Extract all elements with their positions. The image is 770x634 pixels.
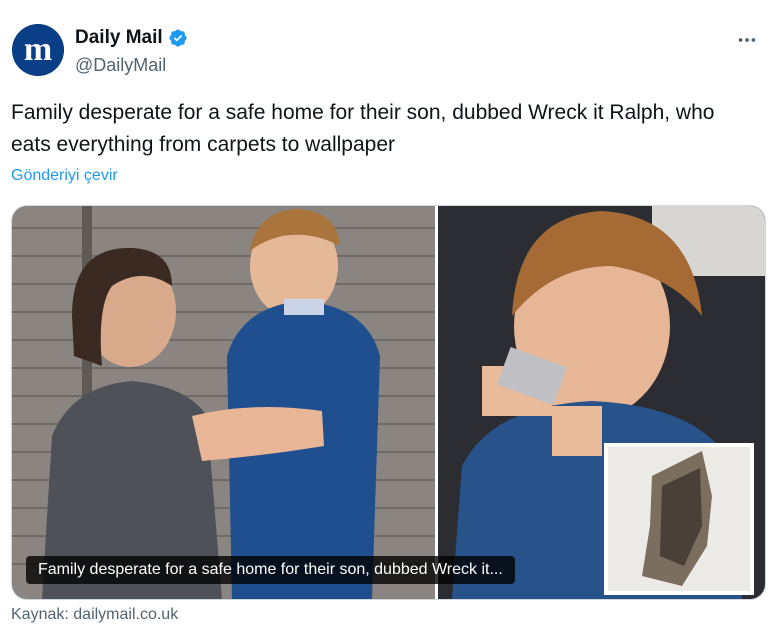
media-caption: Family desperate for a safe home for the…: [26, 556, 515, 584]
svg-text:m: m: [24, 31, 52, 68]
source-domain-link[interactable]: dailymail.co.uk: [73, 606, 178, 623]
tweet-text: Family desperate for a safe home for the…: [11, 101, 715, 156]
daily-mail-logo: m: [12, 24, 64, 76]
author-info: Daily Mail @DailyMail: [75, 27, 188, 76]
source-label: Kaynak:: [11, 606, 69, 623]
damaged-wall-inset-photo: [604, 443, 754, 595]
tweet-header: m Daily Mail @DailyMail: [12, 24, 764, 80]
avatar[interactable]: m: [12, 24, 64, 76]
author-handle[interactable]: @DailyMail: [75, 55, 188, 76]
verified-badge-icon: [168, 28, 188, 48]
more-options-icon[interactable]: [732, 28, 762, 52]
link-source: Kaynak: dailymail.co.uk: [11, 606, 178, 624]
mother-and-son-photo: [12, 206, 435, 599]
link-card-media[interactable]: Family desperate for a safe home for the…: [11, 205, 766, 600]
display-name[interactable]: Daily Mail: [75, 27, 163, 49]
media-photos: [12, 206, 765, 599]
translate-post-link[interactable]: Gönderiyi çevir: [11, 167, 118, 185]
